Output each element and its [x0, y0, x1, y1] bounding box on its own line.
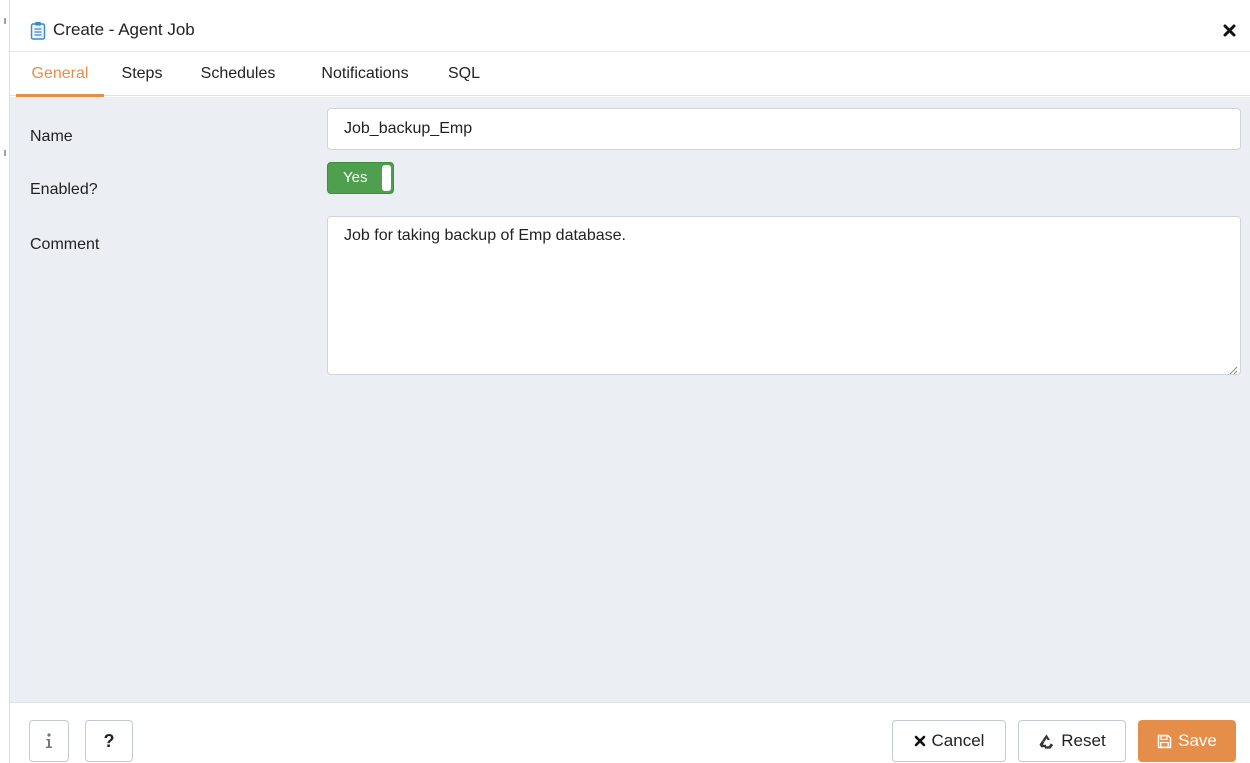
reset-button[interactable]: Reset: [1018, 720, 1126, 762]
enabled-toggle-label: Yes: [343, 169, 368, 186]
tab-notifications[interactable]: Notifications: [306, 52, 424, 96]
info-button[interactable]: [29, 720, 69, 762]
close-button[interactable]: [1218, 19, 1240, 41]
cancel-icon: [914, 735, 926, 747]
name-label: Name: [30, 128, 73, 145]
cancel-label: Cancel: [931, 731, 985, 750]
tab-general[interactable]: General: [16, 52, 104, 97]
resize-grip-icon[interactable]: [1228, 362, 1238, 375]
general-tab-panel: Name Enabled? Yes Comment Job for taking…: [10, 97, 1250, 702]
comment-textarea[interactable]: Job for taking backup of Emp database.: [327, 216, 1241, 375]
close-icon: [1223, 24, 1235, 36]
clipboard-icon: [30, 21, 46, 40]
save-button[interactable]: Save: [1138, 720, 1236, 762]
toggle-knob: [382, 165, 391, 191]
dialog-titlebar: Create - Agent Job: [10, 8, 1250, 52]
reset-label: Reset: [1061, 731, 1106, 750]
dialog-footer: ? Cancel Reset Save: [10, 702, 1250, 763]
create-agent-job-dialog: Create - Agent Job General Steps Schedul…: [10, 8, 1250, 763]
edge-mark: [4, 150, 6, 156]
background-window-edge: [0, 0, 10, 763]
enabled-label: Enabled?: [30, 181, 98, 198]
save-label: Save: [1178, 731, 1217, 750]
tab-steps[interactable]: Steps: [114, 52, 170, 96]
recycle-icon: [1038, 733, 1055, 750]
enabled-toggle[interactable]: Yes: [327, 162, 394, 194]
comment-label: Comment: [30, 236, 100, 253]
edge-mark: [4, 18, 6, 24]
tab-sql[interactable]: SQL: [444, 52, 484, 96]
info-icon: [46, 733, 52, 748]
tab-schedules[interactable]: Schedules: [190, 52, 286, 96]
tab-bar: General Steps Schedules Notifications SQ…: [10, 52, 1250, 97]
dialog-title: Create - Agent Job: [53, 20, 195, 39]
cancel-button[interactable]: Cancel: [892, 720, 1006, 762]
help-button[interactable]: ?: [85, 720, 133, 762]
floppy-disk-icon: [1157, 734, 1172, 749]
name-input[interactable]: [327, 108, 1241, 150]
